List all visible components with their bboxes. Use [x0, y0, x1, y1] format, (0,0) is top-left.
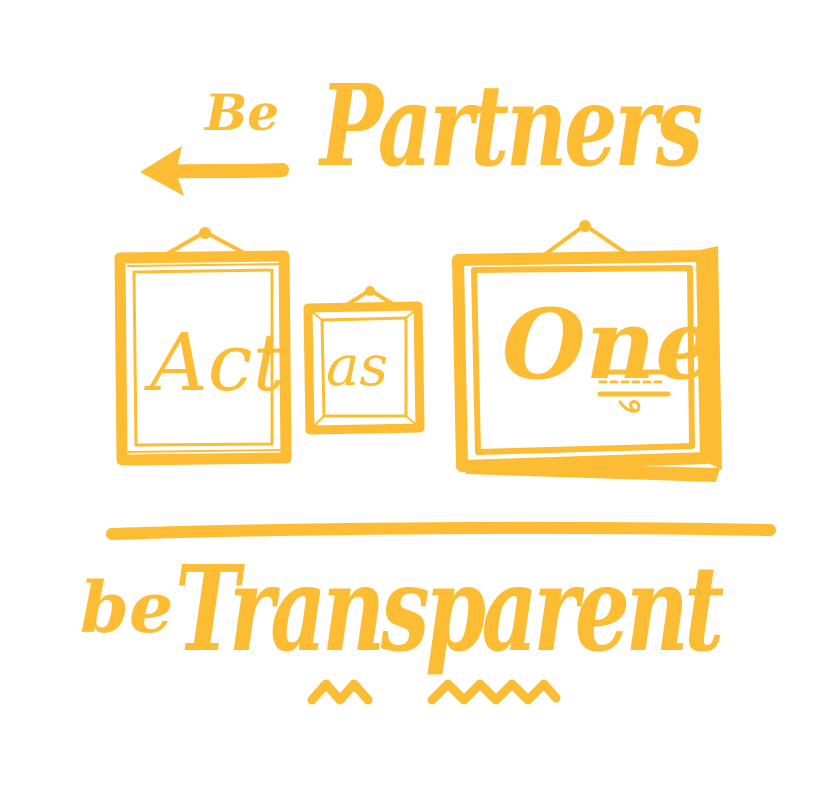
zigzag-icon [307, 679, 561, 705]
partners-word: Partners [318, 61, 702, 192]
be-lower-word: be [80, 566, 173, 649]
one-word: One [502, 288, 717, 401]
picture-frame-one: One [452, 220, 722, 482]
picture-frame-act: Act [114, 227, 292, 466]
picture-frame-as: as [303, 286, 425, 435]
underline-top-bar [106, 521, 776, 540]
illustration-canvas: Be Partners Act as One be Transparent [0, 0, 816, 798]
headline-transparent: be Transparent [80, 521, 776, 678]
be-small-word: Be [203, 83, 279, 142]
frame-hanger-icon [163, 227, 250, 257]
act-word: Act [143, 316, 286, 409]
as-word: as [326, 334, 388, 399]
lettering-artwork: Be Partners Act as One be Transparent [80, 61, 776, 705]
transparent-word: Transparent [175, 539, 724, 678]
arrow-left-icon [140, 146, 289, 196]
